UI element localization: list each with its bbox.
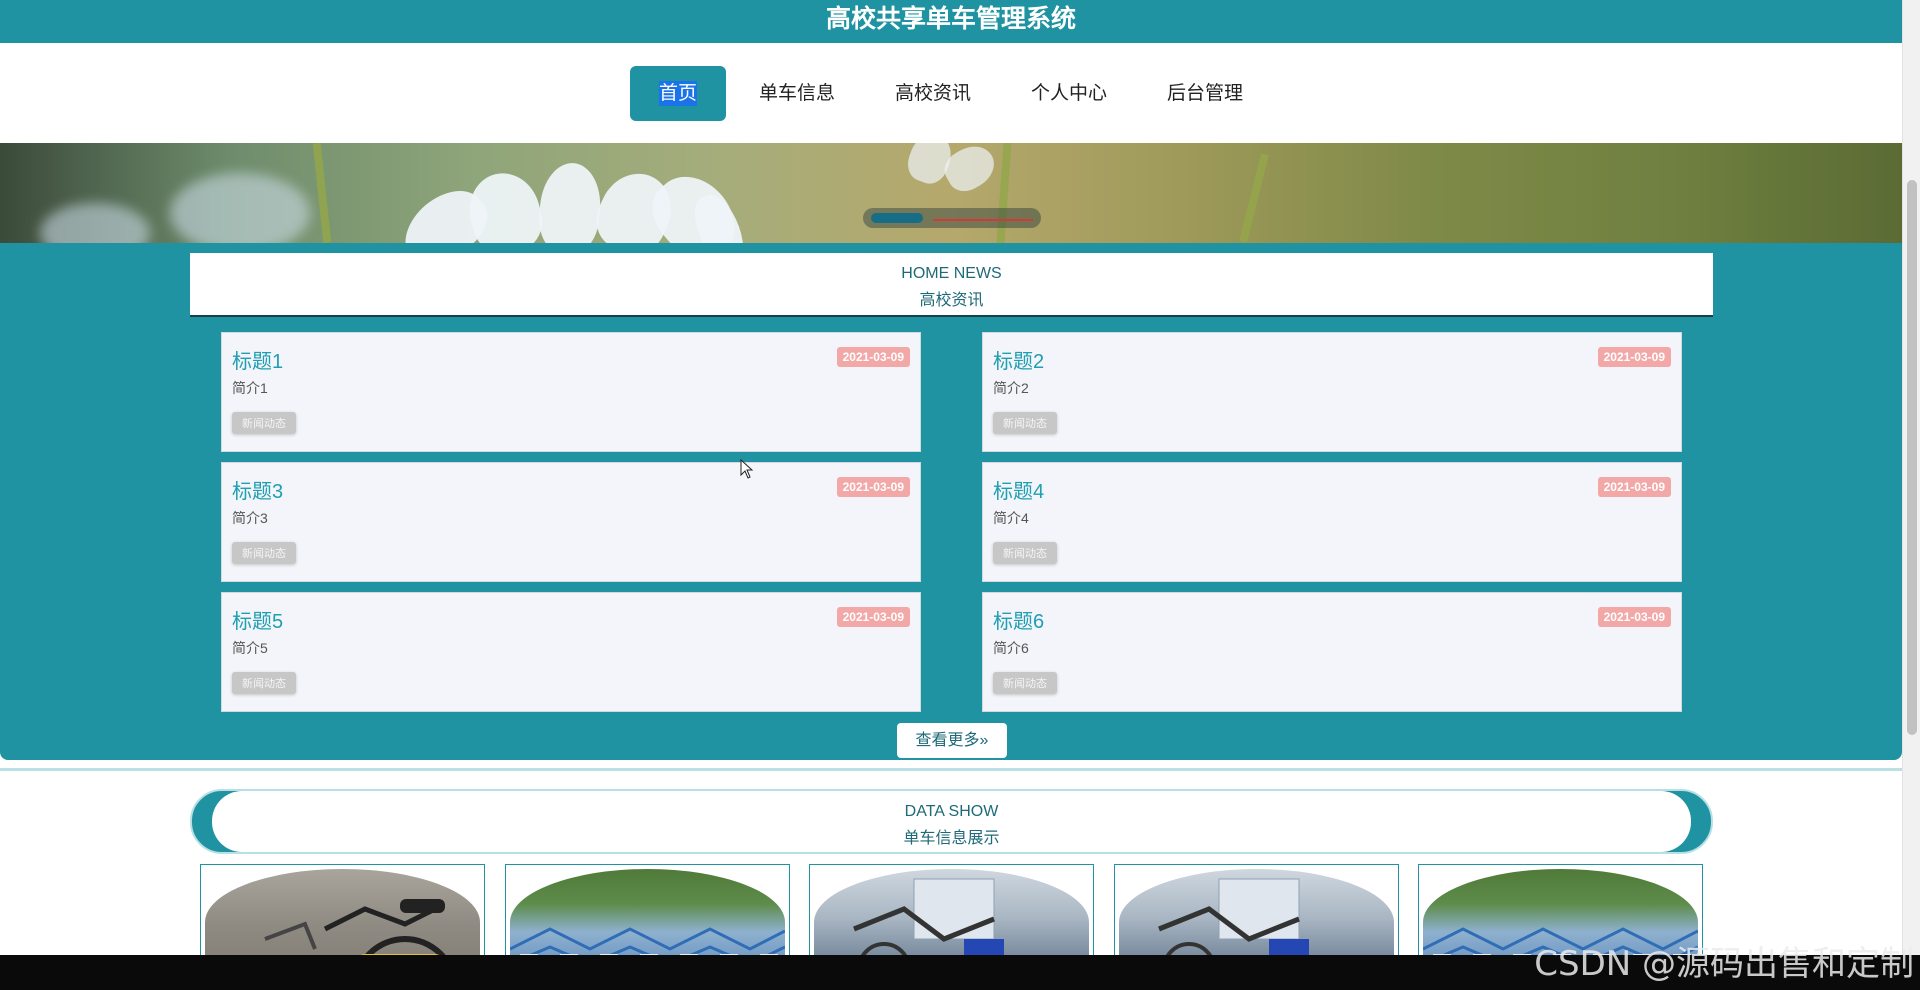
news-card-title[interactable]: 标题5 xyxy=(232,605,283,634)
page: 高校共享单车管理系统 首页 单车信息 高校资讯 个人中心 后台管理 HOME N… xyxy=(0,0,1902,990)
carousel-dot-active[interactable] xyxy=(871,213,923,223)
bike-thumbnail[interactable] xyxy=(1114,864,1399,964)
bike-row-illustration xyxy=(510,927,785,963)
data-show-header-inner: DATA SHOW 单车信息展示 xyxy=(212,791,1691,852)
bike-image[interactable] xyxy=(1119,869,1394,963)
news-card-desc: 简介5 xyxy=(232,640,268,656)
news-card-tag: 新闻动态 xyxy=(232,542,296,564)
news-section: HOME NEWS 高校资讯 标题1 2021-03-09 简介1 新闻动态 标… xyxy=(0,243,1902,760)
news-card-tag: 新闻动态 xyxy=(993,542,1057,564)
news-card-date: 2021-03-09 xyxy=(836,347,910,367)
news-card[interactable]: 标题2 2021-03-09 简介2 新闻动态 xyxy=(982,332,1682,452)
bike-image[interactable] xyxy=(510,869,785,963)
news-card-tag: 新闻动态 xyxy=(993,672,1057,694)
view-more-button[interactable]: 查看更多» xyxy=(897,723,1007,758)
title-bar: 高校共享单车管理系统 xyxy=(0,0,1902,43)
main-nav: 首页 单车信息 高校资讯 个人中心 后台管理 xyxy=(0,43,1902,143)
site-title: 高校共享单车管理系统 xyxy=(825,5,1076,33)
scrollbar-thumb[interactable] xyxy=(1907,180,1917,735)
vertical-scrollbar[interactable] xyxy=(1902,0,1920,955)
news-heading-en: HOME NEWS xyxy=(901,265,1002,282)
banner-carousel[interactable] xyxy=(0,143,1902,243)
bike-image[interactable] xyxy=(814,869,1089,963)
bike-thumbnail[interactable] xyxy=(200,864,485,964)
mouse-cursor-icon xyxy=(740,459,754,479)
carousel-progress-line xyxy=(933,219,1033,221)
news-card[interactable]: 标题1 2021-03-09 简介1 新闻动态 xyxy=(221,332,921,452)
news-card-desc: 简介4 xyxy=(993,510,1029,526)
news-card-desc: 简介2 xyxy=(993,380,1029,396)
news-card-tag: 新闻动态 xyxy=(232,412,296,434)
news-card-date: 2021-03-09 xyxy=(836,477,910,497)
nav-item-home[interactable]: 首页 xyxy=(629,65,726,121)
news-card-title[interactable]: 标题2 xyxy=(993,345,1044,374)
nav-item-admin[interactable]: 后台管理 xyxy=(1140,66,1270,121)
news-card-desc: 简介1 xyxy=(232,380,268,396)
news-card-desc: 简介6 xyxy=(993,640,1029,656)
news-card-date: 2021-03-09 xyxy=(1597,347,1671,367)
news-card-date: 2021-03-09 xyxy=(1597,477,1671,497)
bike-thumbnail[interactable] xyxy=(809,864,1094,964)
news-card[interactable]: 标题3 2021-03-09 简介3 新闻动态 xyxy=(221,462,921,582)
news-card[interactable]: 标题4 2021-03-09 简介4 新闻动态 xyxy=(982,462,1682,582)
carousel-indicator[interactable] xyxy=(863,208,1041,228)
news-card-title[interactable]: 标题1 xyxy=(232,345,283,374)
news-card[interactable]: 标题6 2021-03-09 简介6 新闻动态 xyxy=(982,592,1682,712)
news-card-title[interactable]: 标题3 xyxy=(232,475,283,504)
bike-street-illustration xyxy=(1158,878,1309,963)
yellow-bike-illustration xyxy=(264,899,452,963)
bike-image[interactable] xyxy=(205,869,480,963)
news-card[interactable]: 标题5 2021-03-09 简介5 新闻动态 xyxy=(221,592,921,712)
watermark-text: CSDN @源码出售和定制 xyxy=(1534,944,1914,984)
news-card-date: 2021-03-09 xyxy=(1597,607,1671,627)
news-card-title[interactable]: 标题4 xyxy=(993,475,1044,504)
data-show-heading-en: DATA SHOW xyxy=(904,803,999,820)
nav-item-bike-info[interactable]: 单车信息 xyxy=(732,66,862,121)
news-card-tag: 新闻动态 xyxy=(993,412,1057,434)
data-show-header: DATA SHOW 单车信息展示 xyxy=(190,789,1713,854)
bike-street-illustration xyxy=(853,878,1004,963)
news-card-desc: 简介3 xyxy=(232,510,268,526)
news-heading-cn: 高校资讯 xyxy=(919,292,984,309)
nav-item-campus-news[interactable]: 高校资讯 xyxy=(868,66,998,121)
data-show-heading-cn: 单车信息展示 xyxy=(903,830,1000,847)
news-card-tag: 新闻动态 xyxy=(232,672,296,694)
news-card-date: 2021-03-09 xyxy=(836,607,910,627)
news-card-title[interactable]: 标题6 xyxy=(993,605,1044,634)
section-divider xyxy=(0,768,1902,771)
nav-item-personal-center[interactable]: 个人中心 xyxy=(1004,66,1134,121)
news-section-header: HOME NEWS 高校资讯 xyxy=(190,253,1713,317)
bike-thumbnail[interactable] xyxy=(505,864,790,964)
